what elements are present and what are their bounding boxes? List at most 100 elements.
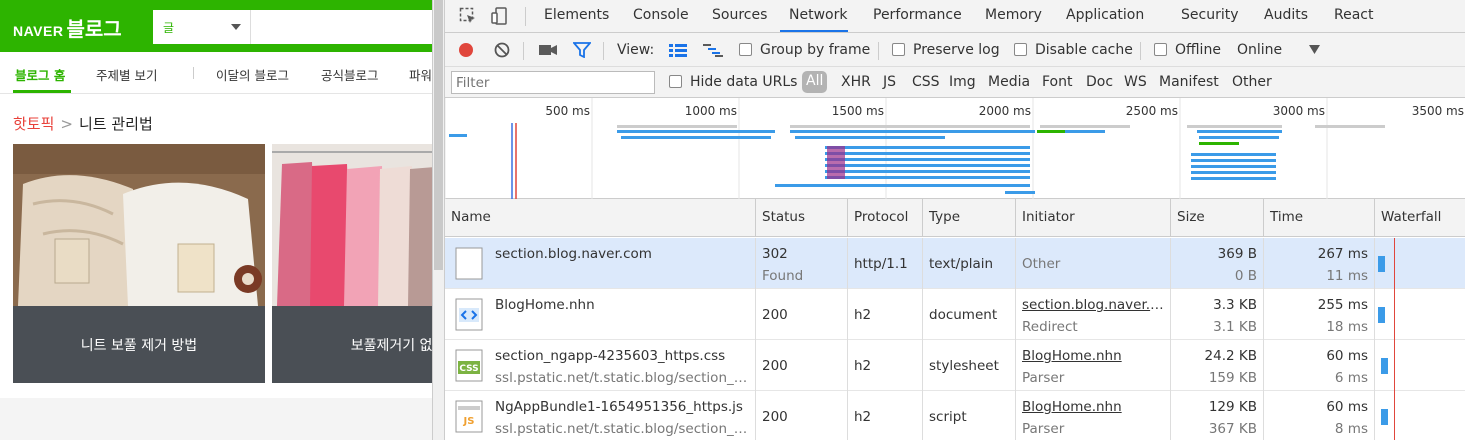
protocol-value: http/1.1: [854, 256, 908, 272]
nav-power[interactable]: 파워: [409, 65, 432, 84]
device-toolbar-icon[interactable]: [491, 7, 509, 25]
nav-separator: [193, 67, 194, 79]
filter-type-media[interactable]: Media: [988, 74, 1030, 90]
scrollbar-thumb[interactable]: [434, 0, 443, 270]
column-header-time[interactable]: Time: [1264, 199, 1375, 237]
cell-size: 24.2 KB 159 KB: [1171, 340, 1264, 391]
dropdown-triangle-icon[interactable]: [1309, 45, 1320, 54]
filter-type-doc[interactable]: Doc: [1086, 74, 1113, 90]
filter-icon[interactable]: [573, 42, 591, 58]
preserve-log-checkbox[interactable]: Preserve log: [892, 42, 1000, 58]
logo-blog: 블로그: [66, 17, 122, 41]
html-file-icon: [455, 298, 483, 331]
tab-network[interactable]: Network: [789, 7, 847, 23]
filter-type-manifest[interactable]: Manifest: [1159, 74, 1219, 90]
filter-type-other[interactable]: Other: [1232, 74, 1272, 90]
overview-waterfall-icon[interactable]: [703, 43, 723, 57]
group-by-frame-label: Group by frame: [760, 42, 871, 58]
group-by-frame-checkbox[interactable]: Group by frame: [739, 42, 870, 58]
table-row[interactable]: CSS section_ngapp-4235603_https.css ssl.…: [445, 340, 1465, 391]
nav-official-blog[interactable]: 공식블로그: [321, 65, 379, 84]
search-type-select[interactable]: 글: [153, 10, 251, 44]
size-value: 3.3 KB: [1213, 297, 1257, 313]
status-text: Found: [762, 268, 804, 284]
blank-file-icon: [455, 247, 483, 280]
initiator-value: Other: [1022, 256, 1061, 272]
timeline-tick-500: 500 ms: [545, 104, 590, 118]
cell-initiator: BlogHome.nhn Parser: [1016, 340, 1171, 391]
initiator-link[interactable]: BlogHome.nhn: [1022, 348, 1164, 364]
inspect-element-icon[interactable]: [459, 7, 477, 25]
column-header-size[interactable]: Size: [1171, 199, 1264, 237]
topic-card-2[interactable]: 보풀제거기 없이: [272, 144, 432, 383]
cell-waterfall: [1375, 238, 1465, 289]
column-header-type[interactable]: Type: [923, 199, 1016, 237]
protocol-value: h2: [854, 358, 872, 374]
size-resource: 0 B: [1234, 268, 1257, 284]
tab-security[interactable]: Security: [1181, 7, 1239, 23]
hide-data-urls-checkbox[interactable]: Hide data URLs: [669, 74, 797, 90]
large-rows-icon[interactable]: [669, 43, 687, 57]
protocol-value: h2: [854, 409, 872, 425]
blog-pane: NAVER 블로그 글 블로그 홈 주제별 보기 이달의 블로그 공식블로그 파워…: [0, 0, 432, 440]
filter-type-font[interactable]: Font: [1042, 74, 1072, 90]
filter-type-css[interactable]: CSS: [912, 74, 940, 90]
breadcrumb: 핫토픽 > 니트 관리법: [13, 113, 153, 134]
network-overview-timeline[interactable]: 500 ms 1000 ms 1500 ms 2000 ms 2500 ms 3…: [445, 98, 1465, 199]
time-value: 267 ms: [1317, 246, 1368, 262]
tab-performance[interactable]: Performance: [873, 7, 962, 23]
tab-elements[interactable]: Elements: [544, 7, 609, 23]
blog-topbar: NAVER 블로그 글: [0, 0, 432, 52]
column-header-name[interactable]: Name: [445, 199, 756, 237]
record-icon[interactable]: [458, 42, 474, 58]
initiator-link[interactable]: section.blog.naver.com: [1022, 297, 1164, 313]
offline-checkbox[interactable]: Offline: [1154, 42, 1221, 58]
initiator-reason: Parser: [1022, 421, 1065, 437]
waterfall-bar: [1381, 409, 1388, 425]
tab-sources[interactable]: Sources: [712, 7, 767, 23]
blog-search-box[interactable]: 글: [153, 10, 432, 44]
timeline-tick-2500: 2500 ms: [1126, 104, 1178, 118]
devtools-tab-bar: Elements Console Sources Network Perform…: [445, 0, 1465, 33]
column-header-status[interactable]: Status: [756, 199, 848, 237]
filter-type-all[interactable]: All: [802, 71, 828, 93]
tab-console[interactable]: Console: [633, 7, 689, 23]
timeline-tick-2000: 2000 ms: [979, 104, 1031, 118]
timeline-tick-3000: 3000 ms: [1273, 104, 1325, 118]
breadcrumb-hot-topic[interactable]: 핫토픽: [13, 115, 54, 133]
disable-cache-checkbox[interactable]: Disable cache: [1014, 42, 1133, 58]
clear-icon[interactable]: [494, 42, 510, 58]
size-value: 369 B: [1217, 246, 1257, 262]
column-header-waterfall[interactable]: Waterfall: [1375, 199, 1465, 237]
filter-type-ws[interactable]: WS: [1124, 74, 1147, 90]
filter-input[interactable]: [451, 71, 655, 94]
table-row[interactable]: section.blog.naver.com 302 Found http/1.1…: [445, 238, 1465, 289]
tab-audits[interactable]: Audits: [1264, 7, 1308, 23]
topic-card-1[interactable]: 니트 보풀 제거 방법: [13, 144, 265, 383]
blog-content: 핫토픽 > 니트 관리법 니트 보풀 제거 방법 보풀제거기 없: [0, 94, 432, 398]
filter-type-js[interactable]: JS: [883, 74, 896, 90]
tab-memory[interactable]: Memory: [985, 7, 1042, 23]
js-file-icon: JS: [455, 400, 483, 433]
topic-card-caption: 보풀제거기 없이: [272, 306, 432, 383]
naver-blog-logo[interactable]: NAVER 블로그: [13, 13, 122, 42]
filter-type-xhr[interactable]: XHR: [841, 74, 871, 90]
screenshot-camera-icon[interactable]: [539, 43, 557, 57]
initiator-link[interactable]: BlogHome.nhn: [1022, 399, 1164, 415]
tab-bar-separator: [525, 7, 526, 26]
pane-splitter[interactable]: [432, 0, 445, 440]
tab-react[interactable]: React: [1334, 7, 1373, 23]
size-resource: 3.1 KB: [1213, 319, 1257, 335]
column-header-protocol[interactable]: Protocol: [848, 199, 923, 237]
nav-blog-of-month[interactable]: 이달의 블로그: [216, 65, 289, 84]
tab-application[interactable]: Application: [1066, 7, 1144, 23]
throttling-select[interactable]: Online: [1237, 42, 1282, 58]
nav-blog-home[interactable]: 블로그 홈: [15, 65, 65, 84]
filter-type-img[interactable]: Img: [949, 74, 976, 90]
table-row[interactable]: BlogHome.nhn 200 h2 document section.blo…: [445, 289, 1465, 340]
timeline-request-bars: [449, 125, 1385, 194]
nav-topic-view[interactable]: 주제별 보기: [96, 65, 157, 84]
table-row[interactable]: JS NgAppBundle1-1654951356_https.js ssl.…: [445, 391, 1465, 440]
column-header-initiator[interactable]: Initiator: [1016, 199, 1171, 237]
cell-name: CSS section_ngapp-4235603_https.css ssl.…: [445, 340, 756, 391]
